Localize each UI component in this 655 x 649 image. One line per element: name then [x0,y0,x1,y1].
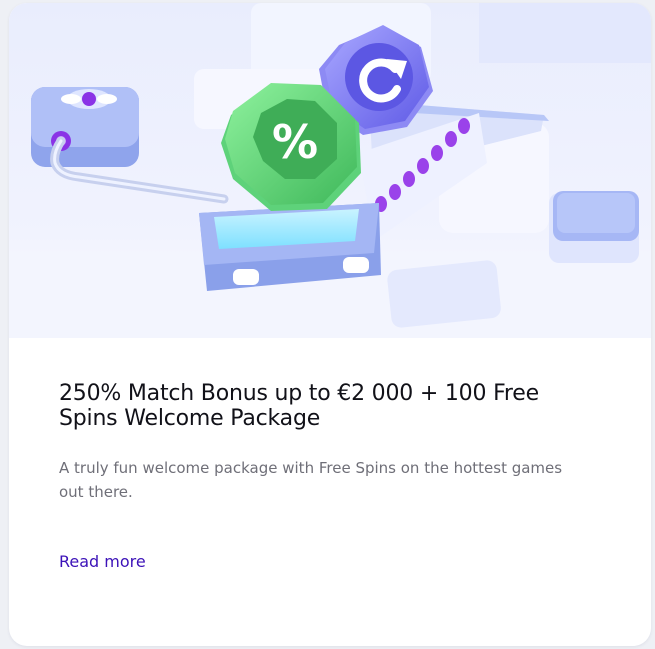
promo-title-line-1: 250% Match Bonus up to €2 000 + 100 Free [59,381,539,406]
promo-description: A truly fun welcome package with Free Sp… [59,456,619,504]
promo-card: % 250% Match Bonus up to €2 000 + 100 Fr… [9,3,651,646]
promo-description-line-2: out there. [59,483,133,501]
svg-text:%: % [272,115,318,169]
hero-illustration: % [9,3,651,338]
flower-button-icon [31,87,139,167]
promo-title-line-2: Spins Welcome Package [59,406,321,431]
read-more-link[interactable]: Read more [59,552,146,572]
promo-description-line-1: A truly fun welcome package with Free Sp… [59,459,563,477]
promo-title: 250% Match Bonus up to €2 000 + 100 Free… [59,381,619,431]
